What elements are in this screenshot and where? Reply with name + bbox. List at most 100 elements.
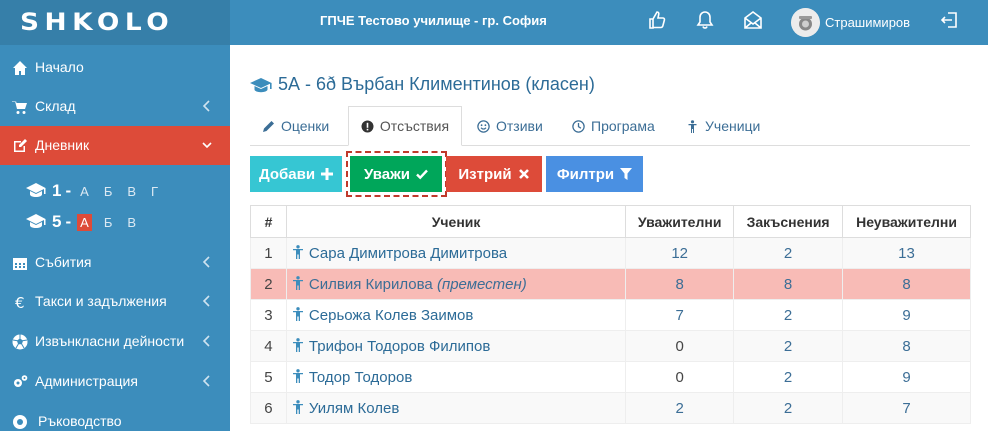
excused-count[interactable]: 12 bbox=[625, 237, 735, 269]
svg-text:€: € bbox=[15, 294, 25, 310]
sidebar-item-administration[interactable]: Администрация bbox=[0, 362, 230, 401]
late-count[interactable]: 2 bbox=[733, 299, 844, 331]
class-link-5v[interactable]: В bbox=[124, 214, 139, 231]
unexcused-count[interactable]: 8 bbox=[842, 268, 971, 300]
class-link-1g[interactable]: Г bbox=[148, 183, 161, 200]
sidebar-item-label: Извънкласни дейности bbox=[35, 333, 185, 349]
student-name[interactable]: Тодор Тодоров bbox=[285, 361, 627, 393]
chevron-left-icon bbox=[202, 99, 212, 113]
class-link-1b[interactable]: Б bbox=[101, 183, 116, 200]
sign-out-icon[interactable] bbox=[940, 10, 964, 34]
unexcused-count[interactable]: 9 bbox=[842, 299, 971, 331]
late-count[interactable]: 2 bbox=[733, 237, 844, 269]
tab-absences[interactable]: Отсъствия bbox=[348, 106, 462, 146]
late-count[interactable]: 8 bbox=[733, 268, 844, 300]
sidebar-item-extracurricular[interactable]: Извънкласни дейности bbox=[0, 322, 230, 361]
table-row[interactable]: 1 Сара Димитрова Димитрова 12 2 13 bbox=[250, 237, 971, 269]
tab-students[interactable]: Ученици bbox=[686, 106, 760, 146]
excused-count[interactable]: 7 bbox=[625, 299, 735, 331]
sidebar-item-warehouse[interactable]: Склад bbox=[0, 87, 230, 126]
table-row[interactable]: 6 Уилям Колев 2 2 7 bbox=[250, 392, 971, 424]
sidebar-item-diary[interactable]: Дневник bbox=[0, 126, 230, 165]
class-link-1a[interactable]: А bbox=[77, 183, 92, 200]
table-row[interactable]: 3 Серьожа Колев Заимов 7 2 9 bbox=[250, 299, 971, 331]
plus-icon bbox=[321, 168, 334, 180]
times-icon bbox=[518, 169, 529, 179]
avatar[interactable] bbox=[791, 8, 820, 37]
unexcused-count[interactable]: 9 bbox=[842, 361, 971, 393]
sidebar-item-label: Такси и задължения bbox=[35, 293, 167, 309]
sidebar-item-label: Администрация bbox=[35, 373, 138, 389]
clock-icon bbox=[572, 119, 585, 133]
person-icon bbox=[292, 244, 303, 259]
delete-button[interactable]: Изтрий bbox=[446, 156, 542, 192]
smile-icon bbox=[477, 119, 490, 133]
unexcused-count[interactable]: 7 bbox=[842, 392, 971, 424]
tab-feedback[interactable]: Отзиви bbox=[477, 106, 543, 146]
table-header-row: # Ученик Уважителни Закъснения Неуважите… bbox=[250, 205, 971, 238]
class-link-5a[interactable]: А bbox=[77, 213, 92, 231]
late-count[interactable]: 2 bbox=[733, 392, 844, 424]
sidebar-item-events[interactable]: Събития bbox=[0, 243, 230, 282]
page-title-text: 5А - 6ð Върбан Климентинов (класен) bbox=[278, 74, 595, 94]
diary-submenu: 1 - А Б В Г 5 - А Б В bbox=[0, 172, 230, 242]
excused-count[interactable]: 8 bbox=[625, 268, 735, 300]
column-header[interactable]: Уважителни bbox=[625, 205, 735, 238]
student-name[interactable]: Силвия Кирилова (преместен) bbox=[285, 268, 627, 300]
person-icon bbox=[292, 275, 303, 290]
unexcused-count[interactable]: 8 bbox=[842, 330, 971, 362]
excused-count: 0 bbox=[625, 361, 735, 393]
column-header[interactable]: Закъснения bbox=[733, 205, 844, 238]
sidebar-item-home[interactable]: Начало bbox=[0, 48, 230, 87]
sidebar-item-label: Дневник bbox=[35, 137, 90, 153]
person-icon bbox=[292, 306, 303, 321]
class-link-5b[interactable]: Б bbox=[101, 214, 116, 231]
grade-row-5: 5 - А Б В bbox=[26, 211, 148, 233]
page-title: 5А - 6ð Върбан Климентинов (класен) bbox=[250, 74, 595, 95]
student-name[interactable]: Уилям Колев bbox=[285, 392, 627, 424]
envelope-open-icon[interactable] bbox=[743, 10, 767, 34]
sidebar-item-label: Ръководство bbox=[38, 413, 122, 429]
add-button[interactable]: Добави bbox=[250, 156, 342, 192]
thumbs-up-icon[interactable] bbox=[647, 10, 671, 34]
top-navbar: SHKOLO ГПЧЕ Тестово училище - гр. София … bbox=[0, 0, 988, 45]
tab-grades[interactable]: Оценки bbox=[262, 106, 329, 146]
student-name[interactable]: Серьожа Колев Заимов bbox=[285, 299, 627, 331]
table-row[interactable]: 5 Тодор Тодоров 0 2 9 bbox=[250, 361, 971, 393]
chevron-left-icon bbox=[202, 334, 212, 348]
logo-text: SHKOLO bbox=[20, 8, 175, 36]
late-count[interactable]: 2 bbox=[733, 330, 844, 362]
bell-icon[interactable] bbox=[695, 10, 719, 34]
person-icon bbox=[292, 337, 303, 352]
school-title: ГПЧЕ Тестово училище - гр. София bbox=[320, 13, 547, 28]
sidebar-item-fees[interactable]: € Такси и задължения bbox=[0, 282, 230, 321]
sidebar-item-label: Склад bbox=[35, 98, 76, 114]
student-name[interactable]: Сара Димитрова Димитрова bbox=[285, 237, 627, 269]
column-header[interactable]: Ученик bbox=[285, 205, 627, 238]
excused-count: 0 bbox=[625, 330, 735, 362]
sidebar-item-label: Начало bbox=[35, 59, 84, 75]
table-row[interactable]: 4 Трифон Тодоров Филипов 0 2 8 bbox=[250, 330, 971, 362]
class-link-1v[interactable]: В bbox=[124, 183, 139, 200]
excused-count[interactable]: 2 bbox=[625, 392, 735, 424]
column-header[interactable]: Неуважителни bbox=[842, 205, 971, 238]
filter-button[interactable]: Филтри bbox=[546, 156, 643, 192]
chevron-down-icon bbox=[202, 138, 212, 152]
logo[interactable]: SHKOLO bbox=[0, 0, 230, 45]
grade-number: 1 bbox=[52, 181, 62, 200]
unexcused-count[interactable]: 13 bbox=[842, 237, 971, 269]
graduation-cap-icon bbox=[250, 77, 272, 92]
chevron-left-icon bbox=[202, 255, 212, 269]
username[interactable]: Страшимиров bbox=[825, 15, 910, 30]
pencil-icon bbox=[263, 120, 274, 132]
late-count[interactable]: 2 bbox=[733, 361, 844, 393]
tab-schedule[interactable]: Програма bbox=[572, 106, 655, 146]
column-header[interactable]: # bbox=[250, 205, 287, 238]
sidebar-item-guide[interactable]: Ръководство bbox=[0, 402, 230, 431]
cart-icon bbox=[12, 99, 28, 115]
table-row[interactable]: 2 Силвия Кирилова (преместен) 8 8 8 bbox=[250, 268, 971, 300]
edit-icon bbox=[12, 138, 28, 154]
student-name[interactable]: Трифон Тодоров Филипов bbox=[285, 330, 627, 362]
graduation-cap-icon bbox=[26, 213, 46, 232]
soccer-ball-icon bbox=[12, 334, 28, 350]
